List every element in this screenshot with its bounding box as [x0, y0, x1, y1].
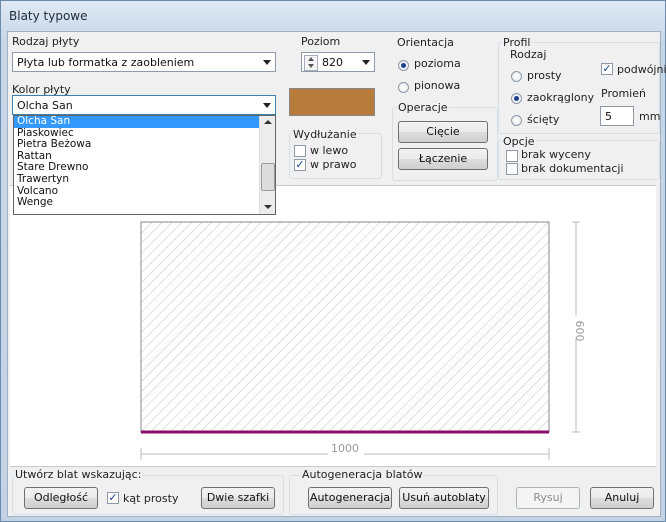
radio-pozioma[interactable]: [398, 60, 409, 71]
rodzaj-combobox[interactable]: Płyta lub formatka z zaobleniem: [12, 52, 276, 72]
poziom-label: Poziom: [301, 35, 341, 48]
radio-prosty[interactable]: [511, 71, 522, 82]
orientacja-option-pionowa: pionowa: [414, 79, 461, 92]
profil-option-prosty: prosty: [527, 69, 562, 82]
orientacja-label: Orientacja: [397, 36, 454, 49]
poziom-value: 820: [322, 56, 343, 69]
kat-prosty-label: kąt prosty: [123, 492, 179, 505]
drawing-svg: 1000 600: [140, 221, 586, 460]
w-lewo-label: w lewo: [310, 144, 349, 157]
rodzaj-label: Rodzaj płyty: [12, 35, 80, 48]
dialog-window: Blaty typowe Rodzaj płyty Płyta lub form…: [0, 0, 666, 522]
scroll-down-icon[interactable]: [264, 205, 272, 209]
dwie-szafki-button[interactable]: Dwie szafki: [201, 487, 275, 509]
window-title: Blaty typowe: [9, 9, 88, 23]
w-prawo-label: w prawo: [310, 158, 357, 171]
brak-dokumentacji-checkbox[interactable]: [506, 163, 518, 175]
rodzaj-value: Płyta lub formatka z zaobleniem: [17, 56, 195, 69]
kolor-list-item[interactable]: Olcha San: [14, 115, 275, 128]
dialog-client: Rodzaj płyty Płyta lub formatka z zaoble…: [7, 31, 666, 517]
kolor-value: Olcha San: [17, 99, 73, 112]
kolor-list-item[interactable]: Trawertyn: [14, 173, 275, 186]
promien-label: Promień: [601, 87, 646, 100]
profil-rodzaj-label: Rodzaj: [510, 48, 547, 61]
kat-prosty-checkbox[interactable]: ✓: [107, 492, 119, 504]
brak-wyceny-label: brak wyceny: [521, 148, 591, 161]
ciecie-button[interactable]: Cięcie: [398, 121, 488, 143]
kolor-combobox[interactable]: Olcha San: [12, 95, 276, 115]
drawing-canvas[interactable]: 1000 600: [10, 185, 656, 467]
spinner-icon[interactable]: [304, 55, 318, 71]
chevron-down-icon: [362, 60, 370, 65]
usun-autoblaty-button[interactable]: Usuń autoblaty: [399, 487, 489, 509]
brak-wyceny-checkbox[interactable]: [506, 150, 518, 162]
promien-unit: mm: [639, 110, 661, 123]
radio-zaokraglony[interactable]: [511, 93, 522, 104]
profil-option-sciety: ścięty: [527, 113, 560, 126]
kolor-list-item[interactable]: Wenge: [14, 197, 275, 209]
kolor-list-item[interactable]: Volcano: [14, 185, 275, 198]
promien-input[interactable]: 5: [600, 106, 634, 126]
utworz-label: Utwórz blat wskazując:: [14, 468, 143, 481]
kolor-items: Olcha San Piaskowiec Pietra Beżowa Rattan St…: [14, 115, 275, 209]
radio-pionowa[interactable]: [398, 82, 409, 93]
spin-up-icon: [308, 57, 314, 61]
radio-sciety[interactable]: [511, 115, 522, 126]
dropdown-scrollbar[interactable]: [259, 116, 275, 214]
rysuj-button[interactable]: Rysuj: [516, 487, 580, 509]
podwojnie-checkbox[interactable]: ✓: [601, 63, 613, 75]
scroll-up-icon[interactable]: [264, 120, 272, 124]
countertop-rect[interactable]: [140, 221, 550, 433]
autogen-label: Autogeneracja blatów: [301, 468, 424, 481]
wydluzanie-label: Wydłużanie: [292, 128, 358, 141]
kolor-swatch: [289, 88, 375, 116]
operacje-label: Operacje: [397, 101, 449, 114]
w-lewo-checkbox[interactable]: [294, 145, 306, 157]
laczenie-button[interactable]: Łączenie: [398, 148, 488, 170]
chevron-down-icon: [263, 103, 271, 108]
scroll-thumb[interactable]: [261, 163, 275, 191]
chevron-down-icon: [263, 60, 271, 65]
opcje-label: Opcje: [502, 135, 536, 148]
kolor-list-item[interactable]: Pietra Beżowa: [14, 139, 275, 151]
anuluj-button[interactable]: Anuluj: [590, 487, 654, 509]
podwojnie-label: podwójnie: [617, 63, 666, 76]
width-dimension-label: 1000: [331, 442, 359, 455]
brak-dokumentacji-label: brak dokumentacji: [521, 162, 624, 175]
kolor-dropdown-list[interactable]: Olcha San Piaskowiec Pietra Beżowa Rattan St…: [13, 115, 276, 215]
odleglosc-button[interactable]: Odległość: [24, 487, 98, 509]
spin-down-icon: [308, 64, 314, 68]
w-prawo-checkbox[interactable]: ✓: [294, 159, 306, 171]
height-dimension-label: 600: [573, 321, 586, 342]
poziom-combobox[interactable]: 820: [301, 52, 375, 72]
autogeneracja-button[interactable]: Autogeneracja: [308, 487, 392, 509]
kolor-swatch-fill: [290, 89, 374, 115]
profil-option-zaokraglony: zaokrąglony: [527, 91, 595, 104]
orientacja-option-pozioma: pozioma: [414, 57, 461, 70]
